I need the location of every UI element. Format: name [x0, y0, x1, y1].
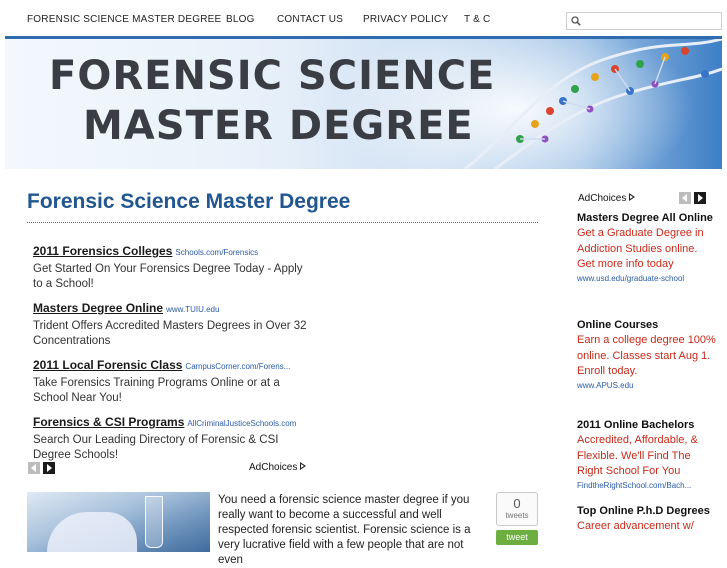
ad-next-button[interactable] — [43, 462, 55, 474]
article-text: You need a forensic science master degre… — [218, 494, 471, 566]
adchoices-icon — [300, 462, 307, 470]
nav-item-terms[interactable]: T & C — [464, 14, 490, 25]
ad-url-link[interactable]: CampusCorner.com/Forens... — [185, 362, 290, 371]
ad-prev-button[interactable] — [28, 462, 40, 474]
sidebar-ad-item: 2011 Online Bachelors Accredited, Afford… — [577, 417, 717, 503]
test-tube-shape — [145, 496, 163, 548]
sidebar-ad-item: Top Online P.h.D Degrees Career advancem… — [577, 503, 717, 535]
sidebar-ad-prev-button[interactable] — [679, 192, 691, 204]
sidebar-ad-list: Masters Degree All Online Get a Graduate… — [577, 210, 717, 535]
adchoices-label: AdChoices — [249, 462, 298, 473]
sidebar-adchoices-label: AdChoices — [578, 193, 627, 204]
search-icon — [571, 16, 581, 26]
banner-title-line2: MASTER DEGREE — [83, 103, 474, 149]
ad-list: 2011 Forensics Colleges Schools.com/Foren… — [33, 242, 323, 470]
nav-item-privacy-policy[interactable]: PRIVACY POLICY — [363, 14, 448, 25]
adchoices-icon — [629, 193, 636, 201]
ad-item: Forensics & CSI Programs AllCriminalJusti… — [33, 413, 323, 463]
glove-shape — [47, 512, 137, 552]
sidebar-adchoices-link[interactable]: AdChoices — [578, 193, 636, 204]
sidebar-ad-next-button[interactable] — [694, 192, 706, 204]
ad-url-link[interactable]: Schools.com/Forensics — [175, 248, 258, 257]
sidebar-ad-url-link[interactable]: www.APUS.edu — [577, 380, 717, 391]
tweet-counter: 0 tweets — [496, 492, 538, 526]
ad-title-link[interactable]: Masters Degree Online — [33, 301, 163, 315]
sidebar-ad-description: Get a Graduate Degree in Addiction Studi… — [577, 227, 704, 270]
ad-description: Take Forensics Training Programs Online … — [33, 377, 280, 404]
ad-description: Trident Offers Accredited Masters Degree… — [33, 320, 307, 347]
banner-title-line1: FORENSIC SCIENCE — [49, 53, 496, 99]
tweet-count-label: tweets — [505, 511, 529, 520]
title-divider — [27, 222, 538, 223]
ad-item: 2011 Forensics Colleges Schools.com/Foren… — [33, 242, 323, 292]
sidebar-ad-url-link[interactable]: www.usd.edu/graduate-school — [577, 273, 717, 284]
ad-url-link[interactable]: www.TUIU.edu — [166, 305, 219, 314]
sidebar-ad-description: Career advancement w/ — [577, 520, 694, 532]
ad-description: Get Started On Your Forensics Degree Tod… — [33, 263, 303, 290]
header-banner: FORENSIC SCIENCE MASTER DEGREE — [5, 39, 722, 169]
adchoices-link[interactable]: AdChoices — [249, 462, 307, 473]
ad-pager — [28, 462, 58, 474]
sidebar-ad-title-link[interactable]: Masters Degree All Online — [577, 210, 717, 226]
ad-title-link[interactable]: Forensics & CSI Programs — [33, 415, 184, 429]
sidebar-ad-pager — [679, 192, 709, 204]
sidebar-ad-description: Earn a college degree 100% online. Class… — [577, 334, 716, 377]
ad-item: 2011 Local Forensic Class CampusCorner.co… — [33, 356, 323, 406]
tweet-count: 0 — [513, 496, 521, 511]
sidebar-ad-title-link[interactable]: Top Online P.h.D Degrees — [577, 503, 717, 519]
article-image — [27, 492, 210, 552]
sidebar-ad-item: Online Courses Earn a college degree 100… — [577, 317, 717, 417]
sidebar-ad-item: Masters Degree All Online Get a Graduate… — [577, 210, 717, 317]
sidebar-ad-description: Accredited, Affordable, & Flexible. We'l… — [577, 434, 698, 477]
sidebar-ad-title-link[interactable]: Online Courses — [577, 317, 717, 333]
ad-title-link[interactable]: 2011 Forensics Colleges — [33, 244, 172, 258]
top-navigation: FORENSIC SCIENCE MASTER DEGREE BLOG CONT… — [0, 0, 727, 37]
ad-item: Masters Degree Online www.TUIU.edu Triden… — [33, 299, 323, 349]
search-input[interactable] — [585, 14, 719, 30]
nav-item-contact-us[interactable]: CONTACT US — [277, 14, 343, 25]
ad-description: Search Our Leading Directory of Forensic… — [33, 434, 279, 461]
search-box[interactable] — [566, 12, 722, 30]
ad-url-link[interactable]: AllCriminalJusticeSchools.com — [187, 419, 296, 428]
nav-item-blog[interactable]: BLOG — [226, 14, 255, 25]
sidebar-ad-title-link[interactable]: 2011 Online Bachelors — [577, 417, 717, 433]
ad-title-link[interactable]: 2011 Local Forensic Class — [33, 358, 182, 372]
sidebar-ad-url-link[interactable]: FindtheRightSchool.com/Bach... — [577, 480, 717, 491]
page-title: Forensic Science Master Degree — [27, 190, 351, 213]
nav-item-home[interactable]: FORENSIC SCIENCE MASTER DEGREE — [27, 14, 221, 25]
tweet-button[interactable]: tweet — [496, 530, 538, 545]
